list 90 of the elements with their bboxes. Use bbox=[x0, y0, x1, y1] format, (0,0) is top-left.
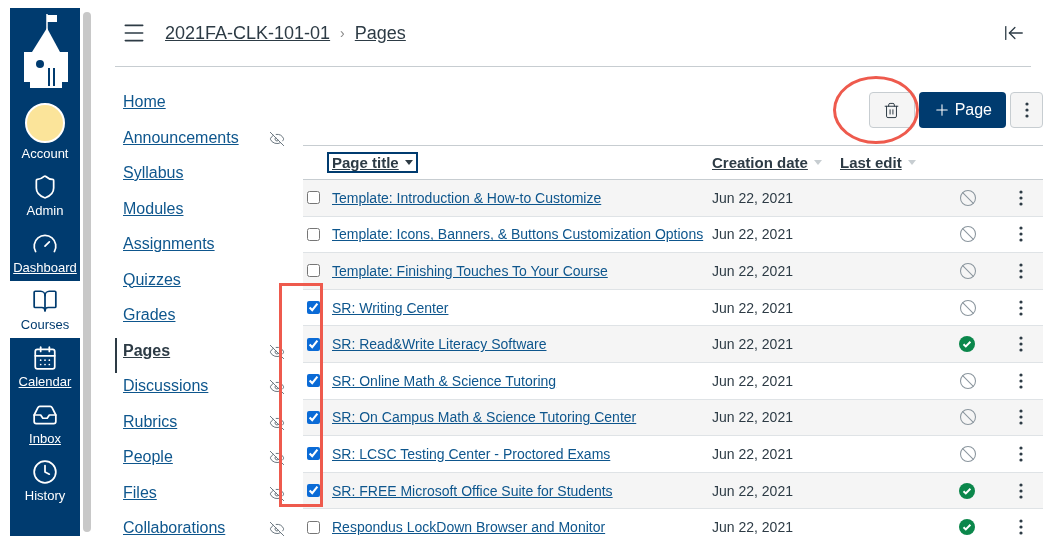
page-title-link[interactable]: SR: Writing Center bbox=[332, 299, 449, 316]
trash-icon bbox=[883, 101, 901, 119]
kebab-icon[interactable] bbox=[1019, 336, 1023, 353]
kebab-icon[interactable] bbox=[1019, 519, 1023, 536]
global-nav-link[interactable]: Courses bbox=[10, 281, 80, 338]
caret-icon bbox=[404, 160, 413, 165]
kebab-icon[interactable] bbox=[1019, 482, 1023, 499]
shield-icon bbox=[32, 174, 58, 200]
delete-button[interactable] bbox=[868, 92, 915, 128]
page-title-link[interactable]: SR: Read&Write Literacy Software bbox=[332, 336, 547, 353]
published-check-icon[interactable] bbox=[959, 482, 975, 499]
page-title-link[interactable]: SR: FREE Microsoft Office Suite for Students bbox=[332, 482, 613, 499]
creation-date: Jun 22, 2021 bbox=[712, 263, 793, 279]
course-nav-link[interactable]: Modules bbox=[123, 199, 184, 218]
course-nav-link[interactable]: Rubrics bbox=[123, 412, 178, 431]
course-nav-link[interactable]: Files bbox=[123, 483, 157, 502]
global-nav-link[interactable]: Admin bbox=[10, 167, 80, 224]
unpublished-icon[interactable] bbox=[959, 262, 977, 280]
page-title-link[interactable]: SR: On Campus Math & Science Tutoring Center bbox=[332, 409, 637, 426]
row-checkbox[interactable] bbox=[307, 410, 320, 424]
creation-date: Jun 22, 2021 bbox=[712, 299, 793, 316]
creation-date: Jun 22, 2021 bbox=[712, 445, 793, 462]
course-nav-link[interactable]: Discussions bbox=[123, 377, 209, 395]
unpublished-icon[interactable] bbox=[959, 444, 977, 463]
kebab-icon[interactable] bbox=[1019, 445, 1023, 462]
course-nav-link[interactable]: Syllabus bbox=[123, 164, 184, 182]
course-nav-link[interactable]: Pages bbox=[123, 341, 171, 360]
creation-date: Jun 22, 2021 bbox=[712, 482, 793, 499]
row-checkbox[interactable] bbox=[307, 191, 320, 205]
page-title-link[interactable]: Template: Finishing Touches To Your Course bbox=[332, 263, 608, 279]
row-checkbox[interactable] bbox=[307, 374, 320, 388]
breadcrumb-link[interactable]: 2021FA-CLK-101-01 bbox=[165, 22, 331, 44]
scrollbar[interactable] bbox=[83, 12, 91, 532]
avatar-icon bbox=[25, 103, 65, 143]
course-nav-link[interactable]: Announcements bbox=[123, 128, 239, 147]
course-nav-link[interactable]: People bbox=[123, 448, 173, 466]
row-checkbox[interactable] bbox=[307, 301, 320, 315]
new-page-button[interactable]: Page bbox=[918, 92, 1006, 128]
page-title-link[interactable]: SR: LCSC Testing Center - Proctored Exams bbox=[332, 445, 611, 462]
kebab-icon[interactable] bbox=[1019, 372, 1023, 389]
row-checkbox[interactable] bbox=[307, 484, 320, 498]
course-nav-link[interactable]: Quizzes bbox=[123, 270, 181, 289]
book-icon bbox=[32, 288, 58, 314]
kebab-icon[interactable] bbox=[1019, 299, 1023, 316]
clock-icon bbox=[32, 459, 58, 485]
row-checkbox[interactable] bbox=[307, 227, 320, 241]
page-title-link[interactable]: SR: Online Math & Science Tutoring bbox=[332, 372, 557, 389]
global-nav-link[interactable]: Calendar bbox=[10, 338, 80, 395]
breadcrumb-link[interactable]: Pages bbox=[354, 22, 406, 44]
global-nav-link[interactable]: History bbox=[10, 452, 80, 509]
page-title-link[interactable]: Respondus LockDown Browser and Monitor bbox=[332, 519, 606, 536]
inbox-icon bbox=[32, 402, 58, 428]
creation-date: Jun 22, 2021 bbox=[712, 519, 793, 536]
page-title-link[interactable]: Template: Icons, Banners, & Buttons Customization Options bbox=[332, 226, 704, 243]
unpublished-icon[interactable] bbox=[959, 298, 977, 317]
creation-date: Jun 22, 2021 bbox=[712, 336, 793, 353]
unpublished-icon[interactable] bbox=[959, 371, 977, 390]
kebab-icon[interactable] bbox=[1019, 263, 1023, 279]
creation-date: Jun 22, 2021 bbox=[712, 372, 793, 389]
global-nav-link[interactable]: Inbox bbox=[10, 395, 80, 452]
kebab-icon[interactable] bbox=[1019, 409, 1023, 426]
unpublished-icon[interactable] bbox=[959, 188, 977, 207]
page-title-link[interactable]: Template: Introduction & How-to Customize bbox=[332, 189, 602, 206]
unpublished-icon[interactable] bbox=[959, 225, 977, 244]
creation-date: Jun 22, 2021 bbox=[712, 226, 793, 243]
kebab-icon[interactable] bbox=[1024, 102, 1029, 118]
global-nav-link[interactable]: Account bbox=[10, 96, 80, 167]
creation-date: Jun 22, 2021 bbox=[712, 189, 793, 206]
caret-icon bbox=[907, 160, 916, 165]
kebab-icon[interactable] bbox=[1019, 189, 1023, 206]
caret-icon bbox=[813, 160, 822, 165]
unpublished-icon[interactable] bbox=[959, 408, 977, 427]
row-checkbox[interactable] bbox=[307, 447, 320, 461]
calendar-icon bbox=[32, 345, 58, 371]
row-checkbox[interactable] bbox=[307, 520, 320, 534]
row-checkbox[interactable] bbox=[307, 337, 320, 351]
column-sort-header[interactable]: Page title bbox=[327, 152, 418, 173]
breadcrumb-separator: › bbox=[340, 25, 345, 41]
published-check-icon[interactable] bbox=[959, 336, 975, 353]
creation-date: Jun 22, 2021 bbox=[712, 409, 793, 426]
column-sort-header[interactable]: Last edit bbox=[835, 152, 921, 173]
kebab-icon[interactable] bbox=[1019, 226, 1023, 243]
course-nav-link[interactable]: Assignments bbox=[123, 235, 215, 253]
course-nav-link[interactable]: Collaborations bbox=[123, 519, 226, 536]
column-sort-header[interactable]: Creation date bbox=[707, 152, 827, 173]
row-checkbox[interactable] bbox=[307, 264, 320, 278]
course-nav-link[interactable]: Grades bbox=[123, 306, 176, 324]
published-check-icon[interactable] bbox=[959, 519, 975, 536]
global-nav-link[interactable]: Dashboard bbox=[10, 224, 80, 281]
course-nav-link[interactable]: Home bbox=[123, 93, 166, 111]
